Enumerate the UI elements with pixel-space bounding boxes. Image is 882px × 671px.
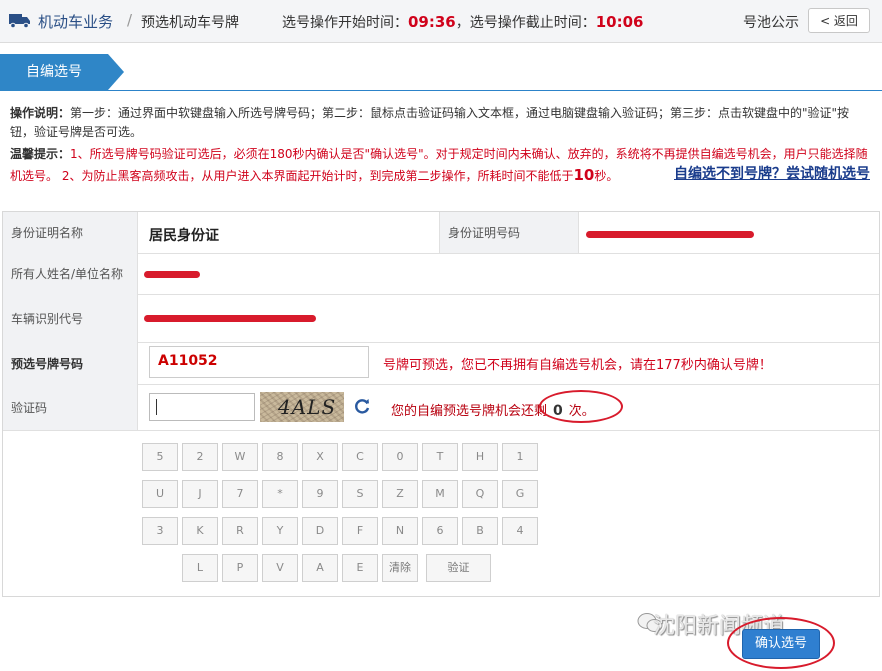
key-D[interactable]: D [302, 517, 338, 545]
id-type-label: 身份证明名称 [3, 212, 138, 253]
key-W[interactable]: W [222, 443, 258, 471]
id-number-label: 身份证明号码 [439, 212, 579, 253]
tips-text-2: 秒。 [594, 169, 619, 183]
id-type-value: 居民身份证 [149, 228, 219, 244]
owner-redacted [144, 271, 200, 278]
key-9[interactable]: 9 [302, 480, 338, 508]
verify-key[interactable]: 验证 [426, 554, 491, 582]
key-6[interactable]: 6 [422, 517, 458, 545]
key-Q[interactable]: Q [462, 480, 498, 508]
clear-key[interactable]: 清除 [382, 554, 418, 582]
key-J[interactable]: J [182, 480, 218, 508]
confirm-selection-button[interactable]: 确认选号 [742, 629, 820, 659]
text-cursor [156, 399, 157, 415]
key-4[interactable]: 4 [502, 517, 538, 545]
key-N[interactable]: N [382, 517, 418, 545]
row-id-type: 身份证明名称 居民身份证 身份证明号码 [3, 212, 879, 254]
key-Z[interactable]: Z [382, 480, 418, 508]
row-captcha: 验证码 4ALS 您的自编预选号牌机会还剩 0 次。 [3, 384, 879, 431]
highlight-circle-remaining [539, 390, 623, 423]
owner-label: 所有人姓名/单位名称 [3, 253, 138, 294]
key-2[interactable]: 2 [182, 443, 218, 471]
selection-time-info: 选号操作开始时间：09:36，选号操作截止时间：10:06 [282, 12, 644, 32]
key-E[interactable]: E [342, 554, 378, 582]
key-8[interactable]: 8 [262, 443, 298, 471]
time-prefix: 选号操作开始时间： [282, 15, 408, 31]
vin-label: 车辆识别代号 [3, 294, 138, 342]
key-7[interactable]: 7 [222, 480, 258, 508]
remaining-prefix: 您的自编预选号牌机会还剩 [391, 404, 548, 419]
key-P[interactable]: P [222, 554, 258, 582]
top-bar: 机动车业务 / 预选机动车号牌 选号操作开始时间：09:36，选号操作截止时间：… [0, 0, 882, 43]
key-K[interactable]: K [182, 517, 218, 545]
plate-pool-link[interactable]: 号池公示 [743, 12, 799, 32]
key-X[interactable]: X [302, 443, 338, 471]
tips-seconds: 10 [573, 166, 595, 184]
key-G[interactable]: G [502, 480, 538, 508]
tab-arrow [108, 54, 124, 90]
key-1[interactable]: 1 [502, 443, 538, 471]
captcha-image[interactable]: 4ALS [260, 392, 344, 422]
key-V[interactable]: V [262, 554, 298, 582]
key-F[interactable]: F [342, 517, 378, 545]
key-*[interactable]: * [262, 480, 298, 508]
breadcrumb-current-page: 预选机动车号牌 [141, 15, 239, 31]
tab-self-select[interactable]: 自编选号 [0, 54, 108, 91]
plate-label: 预选号牌号码 [3, 342, 138, 384]
breadcrumb-separator: / [127, 11, 133, 29]
plate-number-input[interactable]: A11052 [149, 346, 369, 378]
plate-status-message: 号牌可预选，您已不再拥有自编选号机会，请在177秒内确认号牌！ [383, 358, 772, 373]
captcha-input[interactable] [149, 393, 255, 421]
captcha-label: 验证码 [3, 384, 138, 430]
key-5[interactable]: 5 [142, 443, 178, 471]
operation-instructions: 操作说明：第一步：通过界面中软键盘输入所选号牌号码；第二步：鼠标点击验证码输入文… [10, 104, 872, 142]
time-mid: ，选号操作截止时间： [455, 15, 596, 31]
tab-underline [0, 90, 882, 91]
back-button[interactable]: < 返回 [808, 8, 870, 33]
key-M[interactable]: M [422, 480, 458, 508]
refresh-icon[interactable] [353, 397, 371, 415]
id-number-redacted [586, 231, 754, 238]
key-R[interactable]: R [222, 517, 258, 545]
tips-label: 温馨提示： [10, 147, 71, 161]
key-B[interactable]: B [462, 517, 498, 545]
start-time: 09:36 [408, 13, 456, 31]
key-S[interactable]: S [342, 480, 378, 508]
key-3[interactable]: 3 [142, 517, 178, 545]
key-0[interactable]: 0 [382, 443, 418, 471]
row-owner: 所有人姓名/单位名称 [3, 253, 879, 295]
end-time: 10:06 [595, 13, 644, 31]
random-select-link[interactable]: 自编选不到号牌？尝试随机选号 [674, 163, 870, 183]
key-L[interactable]: L [182, 554, 218, 582]
key-C[interactable]: C [342, 443, 378, 471]
key-T[interactable]: T [422, 443, 458, 471]
key-Y[interactable]: Y [262, 517, 298, 545]
row-vin: 车辆识别代号 [3, 294, 879, 343]
key-H[interactable]: H [462, 443, 498, 471]
key-A[interactable]: A [302, 554, 338, 582]
plate-selection-form: 身份证明名称 居民身份证 身份证明号码 所有人姓名/单位名称 车辆识别代号 预选… [2, 211, 880, 597]
truck-icon [9, 14, 30, 28]
key-U[interactable]: U [142, 480, 178, 508]
vin-redacted [144, 315, 316, 322]
instructions-label: 操作说明： [10, 106, 71, 120]
row-plate: 预选号牌号码 A11052 号牌可预选，您已不再拥有自编选号机会，请在177秒内… [3, 342, 879, 385]
breadcrumb-vehicle-business[interactable]: 机动车业务 [38, 11, 113, 32]
instructions-text: 第一步：通过界面中软键盘输入所选号牌号码；第二步：鼠标点击验证码输入文本框，通过… [10, 106, 850, 139]
